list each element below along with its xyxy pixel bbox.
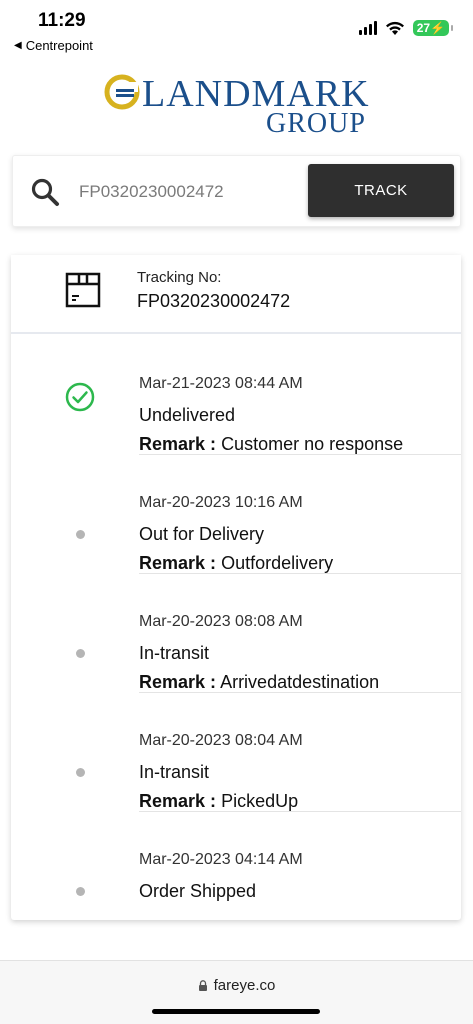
timeline-event: Mar-20-2023 08:04 AM In-transit Remark :… — [11, 693, 461, 812]
logo-mark-icon — [104, 74, 140, 110]
event-timestamp: Mar-20-2023 10:16 AM — [139, 494, 303, 511]
back-to-app-link[interactable]: ◀ Centrepoint — [14, 38, 93, 53]
url-bar[interactable]: fareye.co — [0, 977, 473, 994]
logo-text-group: GROUP — [266, 108, 366, 139]
cellular-signal-icon — [358, 21, 377, 35]
event-status: In-transit — [139, 762, 210, 782]
tracking-result-card: Tracking No: FP0320230002472 Mar-21-2023… — [11, 255, 461, 920]
remark-text: Arrivedatdestination — [220, 672, 380, 692]
event-remark: Remark : Outfordelivery — [139, 553, 333, 574]
timeline-event: Mar-21-2023 08:44 AM Undelivered Remark … — [11, 336, 461, 455]
event-remark: Remark : Arrivedatdestination — [139, 672, 379, 693]
tracking-number-value: FP0320230002472 — [137, 291, 291, 311]
tracking-number-label: Tracking No: — [137, 269, 222, 286]
back-app-label: Centrepoint — [25, 38, 93, 53]
event-timestamp: Mar-20-2023 08:08 AM — [139, 613, 303, 630]
event-remark: Remark : PickedUp — [139, 791, 298, 812]
url-text: fareye.co — [213, 977, 276, 994]
event-status: Order Shipped — [139, 881, 257, 901]
event-timestamp: Mar-21-2023 08:44 AM — [139, 375, 303, 392]
remark-text: Outfordelivery — [221, 553, 334, 573]
tracking-number-input[interactable] — [79, 174, 301, 210]
remark-label: Remark : — [139, 434, 217, 454]
lock-icon — [198, 980, 207, 991]
remark-text: Customer no response — [221, 434, 404, 454]
timeline-dot-icon — [76, 768, 85, 777]
tracking-header: Tracking No: FP0320230002472 — [11, 255, 461, 334]
event-timestamp: Mar-20-2023 04:14 AM — [139, 851, 303, 868]
event-status: In-transit — [139, 643, 210, 663]
battery-indicator: 27⚡ — [412, 20, 454, 36]
check-circle-icon — [65, 382, 95, 412]
timeline-event: Mar-20-2023 04:14 AM Order Shipped — [11, 812, 461, 931]
remark-label: Remark : — [139, 553, 217, 573]
package-box-icon — [65, 272, 101, 308]
home-indicator[interactable] — [152, 1009, 320, 1014]
event-remark: Remark : Customer no response — [139, 434, 403, 455]
status-bar: 11:29 ◀ Centrepoint 27⚡ — [0, 0, 473, 58]
status-icons: 27⚡ — [358, 20, 454, 36]
status-time: 11:29 — [38, 10, 86, 31]
search-card: TRACK — [12, 155, 461, 227]
event-status: Undelivered — [139, 405, 236, 425]
back-arrow-icon: ◀ — [14, 40, 22, 51]
timeline-dot-icon — [76, 887, 85, 896]
remark-label: Remark : — [139, 791, 217, 811]
timeline-event: Mar-20-2023 10:16 AM Out for Delivery Re… — [11, 455, 461, 574]
event-status: Out for Delivery — [139, 524, 265, 544]
landmark-group-logo: LANDMARK GROUP — [104, 72, 374, 142]
timeline-event: Mar-20-2023 08:08 AM In-transit Remark :… — [11, 574, 461, 693]
remark-text: PickedUp — [221, 791, 299, 811]
browser-bottom-bar: fareye.co — [0, 960, 473, 1024]
tracking-timeline: Mar-21-2023 08:44 AM Undelivered Remark … — [11, 336, 461, 931]
search-icon — [31, 178, 59, 206]
wifi-icon — [385, 21, 404, 35]
remark-label: Remark : — [139, 672, 217, 692]
timeline-dot-icon — [76, 649, 85, 658]
track-button[interactable]: TRACK — [308, 164, 454, 217]
timeline-dot-icon — [76, 530, 85, 539]
event-timestamp: Mar-20-2023 08:04 AM — [139, 732, 303, 749]
